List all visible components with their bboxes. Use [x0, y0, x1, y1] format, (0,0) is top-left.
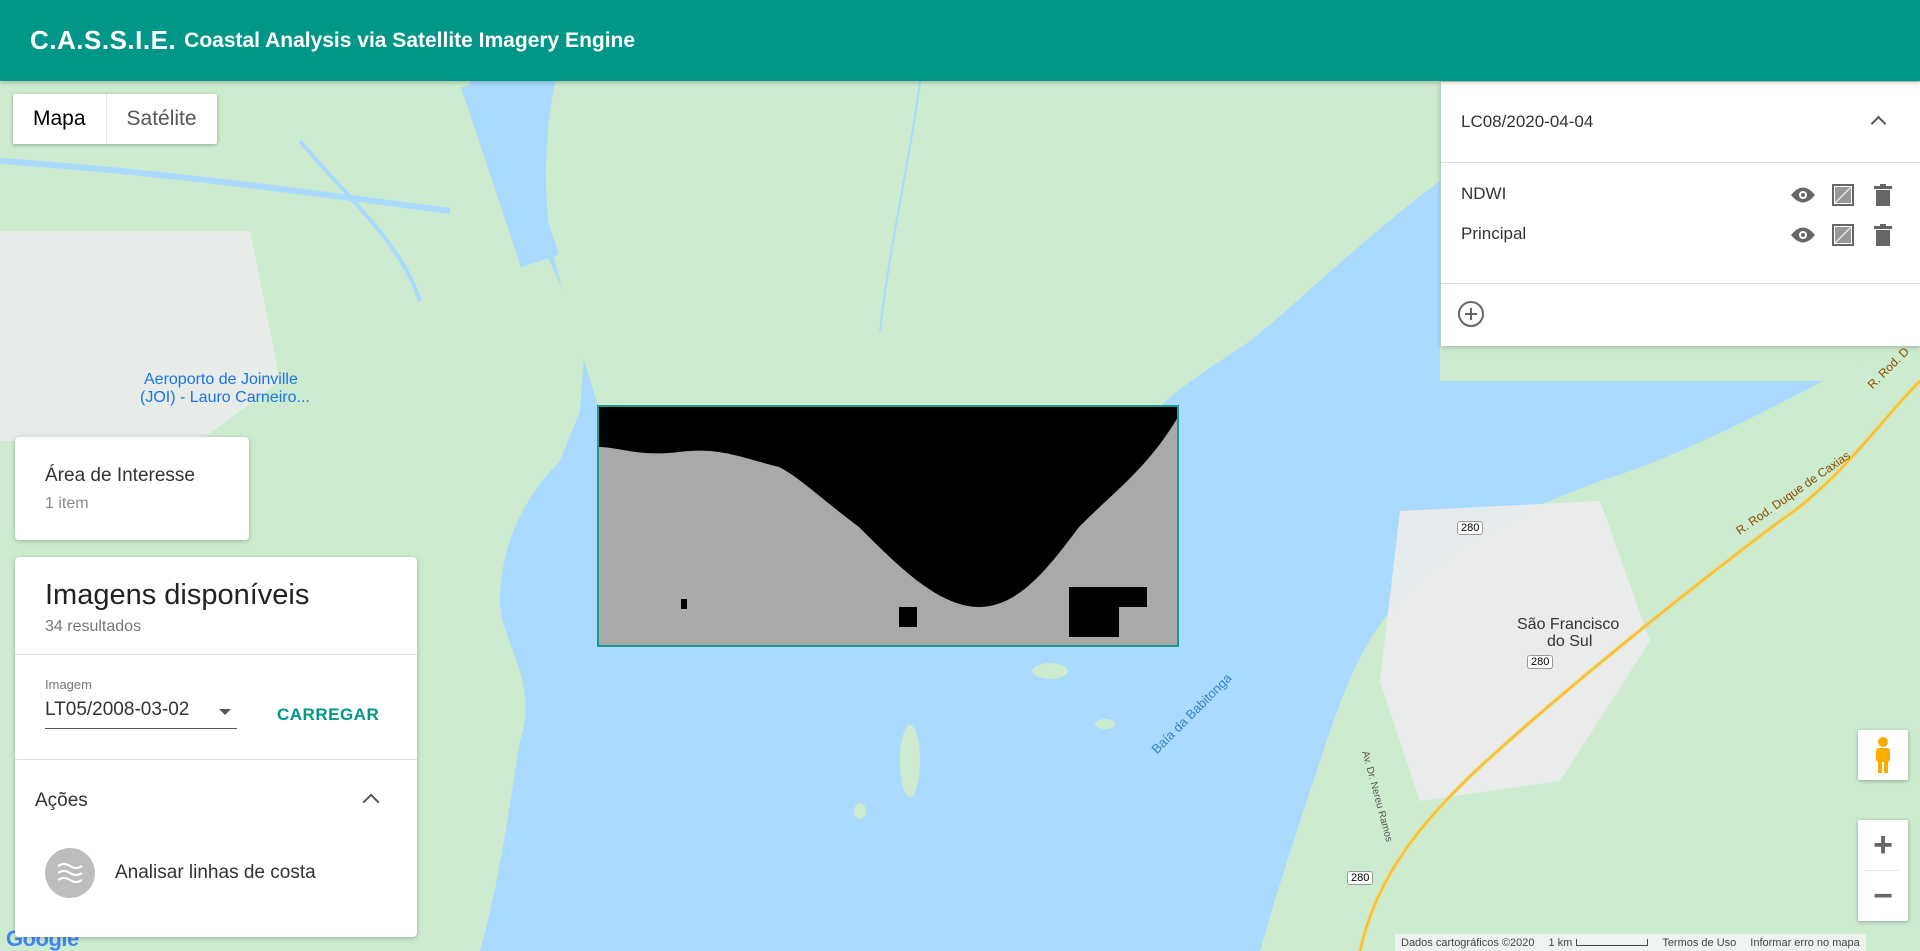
- trash-icon[interactable]: [1870, 222, 1896, 248]
- ndwi-raster-overlay: [597, 405, 1179, 647]
- report-error-link[interactable]: Informar erro no mapa: [1750, 937, 1859, 949]
- images-count: 34 resultados: [45, 618, 142, 635]
- map-scale[interactable]: 1 km: [1548, 937, 1649, 949]
- city-label: São Francisco: [1517, 616, 1620, 633]
- chevron-up-icon[interactable]: [362, 793, 380, 811]
- aoi-title: Área de Interesse: [45, 465, 195, 486]
- analyze-coastline-action[interactable]: Analisar linhas de costa: [15, 838, 417, 918]
- actions-title: Ações: [35, 790, 88, 811]
- images-title: Imagens disponíveis: [45, 579, 310, 611]
- area-of-interest-card[interactable]: Área de Interesse 1 item: [15, 437, 249, 540]
- load-button[interactable]: CARREGAR: [277, 705, 379, 725]
- chevron-up-icon[interactable]: [1870, 115, 1887, 132]
- available-images-card: Imagens disponíveis 34 resultados Imagem…: [15, 557, 417, 937]
- map-type-toggle: Mapa Satélite: [13, 94, 217, 144]
- aoi-count: 1 item: [45, 495, 89, 512]
- road-shield-280: 280: [1457, 521, 1484, 535]
- scale-bar: [1576, 938, 1649, 946]
- map-type-satellite-button[interactable]: Satélite: [107, 94, 217, 144]
- layer-name: Principal: [1461, 224, 1527, 243]
- trash-icon[interactable]: [1870, 182, 1896, 208]
- layer-name: NDWI: [1461, 184, 1507, 203]
- road-shield-280: 280: [1347, 871, 1374, 885]
- analyze-coastline-label: Analisar linhas de costa: [115, 862, 316, 883]
- eye-icon[interactable]: [1790, 222, 1816, 248]
- city-label-2: do Sul: [1547, 633, 1593, 650]
- opacity-icon[interactable]: [1830, 222, 1856, 248]
- airport-label: Aeroporto de Joinville: [144, 371, 298, 388]
- layers-panel-header[interactable]: LC08/2020-04-04: [1441, 82, 1920, 163]
- layer-row-ndwi: NDWI: [1441, 174, 1920, 214]
- eye-icon[interactable]: [1790, 182, 1816, 208]
- map-type-map-button[interactable]: Mapa: [13, 94, 107, 144]
- app-bar: C.A.S.S.I.E. Coastal Analysis via Satell…: [0, 0, 1920, 81]
- zoom-out-button[interactable]: −: [1858, 871, 1908, 921]
- image-select-value: LT05/2008-03-02: [45, 699, 190, 720]
- zoom-controls: + −: [1858, 820, 1908, 921]
- layer-row-principal: Principal: [1441, 214, 1920, 254]
- app-subtitle: Coastal Analysis via Satellite Imagery E…: [184, 28, 636, 52]
- app-brand: C.A.S.S.I.E.: [30, 25, 177, 55]
- zoom-in-button[interactable]: +: [1858, 820, 1908, 870]
- terms-link[interactable]: Termos de Uso: [1662, 937, 1736, 949]
- add-layer-icon[interactable]: [1457, 300, 1485, 333]
- image-select-label: Imagem: [45, 677, 92, 692]
- map-footer: Dados cartográficos ©2020 1 km Termos de…: [1395, 934, 1866, 951]
- layers-panel: LC08/2020-04-04 NDWI Principal: [1441, 82, 1920, 346]
- airport-label-2: (JOI) - Lauro Carneiro...: [140, 389, 310, 406]
- street-view-pegman-icon[interactable]: [1858, 730, 1908, 780]
- road-shield-280: 280: [1527, 655, 1554, 669]
- waves-icon: [45, 848, 95, 898]
- opacity-icon[interactable]: [1830, 182, 1856, 208]
- dropdown-caret-icon: [219, 709, 231, 715]
- map-data-attribution: Dados cartográficos ©2020: [1401, 936, 1535, 949]
- actions-header[interactable]: Ações: [15, 760, 417, 838]
- image-select[interactable]: LT05/2008-03-02: [45, 699, 237, 729]
- layers-panel-title: LC08/2020-04-04: [1461, 112, 1594, 131]
